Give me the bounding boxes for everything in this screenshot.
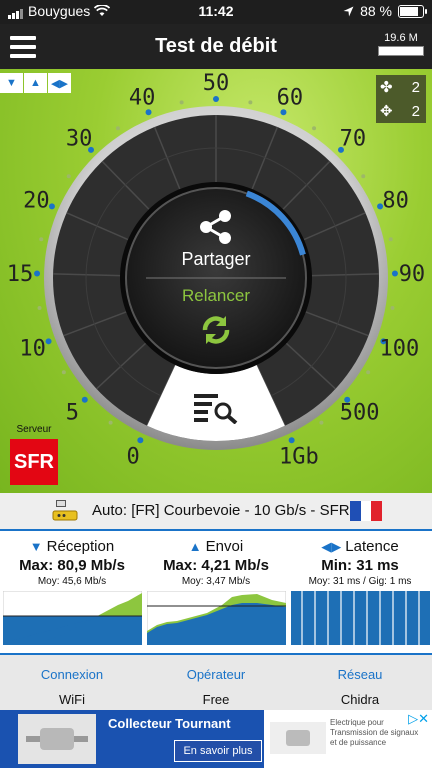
network-value: Chidra: [340, 692, 380, 707]
reception-column: ▼ Réception Max: 80,9 Mb/s Moy: 45,6 Mb/s: [0, 531, 144, 649]
gauge-label: 60: [277, 85, 304, 110]
gauge-label: 15: [7, 262, 34, 287]
location-arrow-icon: [343, 6, 354, 16]
data-usage-indicator: 19.6 M: [378, 32, 424, 56]
ad-product-image-2: [270, 722, 326, 754]
connection-label: Connexion: [40, 667, 104, 682]
gauge-tick: [108, 420, 113, 425]
gauge-tick: [48, 203, 55, 210]
gauge-label: 30: [66, 127, 93, 152]
gauge-tick: [288, 437, 295, 444]
gauge-tick: [312, 126, 317, 131]
latency-chart: [291, 591, 430, 645]
server-info: Serveur SFR: [10, 424, 58, 485]
server-name: Auto: [FR] Courbevoie - 10 Gb/s - SFR: [92, 502, 350, 519]
gauge-label: 500: [340, 400, 380, 425]
battery-percent: 88 %: [360, 3, 392, 19]
gauge-tick: [37, 305, 42, 310]
ad-product-image: [18, 714, 96, 764]
gauge-tick: [66, 174, 71, 179]
server-logo[interactable]: SFR: [10, 439, 58, 485]
speed-gauge-area: ▼ ▲ ◀▶ ✤ 2 ✥ 2 0 5 10 15 20 30 40 50 60 70 80 90 100 50…: [0, 69, 432, 493]
gauge-tick: [213, 96, 219, 102]
upload-avg: Moy: 3,47 Mb/s: [181, 576, 251, 587]
gauge-tick: [390, 305, 395, 310]
data-usage-bar: [378, 46, 424, 56]
reception-chart: [3, 591, 142, 645]
gauge-tick: [366, 370, 371, 375]
gauge-tick: [361, 174, 366, 179]
gauge-label: 70: [340, 127, 367, 152]
server-label: Serveur: [16, 424, 52, 435]
ad-title: Collecteur Tournant: [108, 716, 231, 731]
gauge-tick: [137, 437, 144, 444]
network-label: Réseau: [337, 667, 383, 682]
gauge-tick: [319, 420, 324, 425]
latency-column: ◀▶ Latence Min: 31 ms Moy: 31 ms / Gig: 1…: [288, 531, 432, 649]
latency-label: Latence: [345, 538, 399, 555]
upload-label: Envoi: [205, 538, 244, 555]
gauge-tick: [39, 237, 44, 242]
reception-label: Réception: [46, 538, 115, 555]
reception-max: Max: 80,9 Mb/s: [19, 557, 125, 574]
latency-avg: Moy: 31 ms / Gig: 1 ms: [308, 576, 412, 587]
gauge-tick: [179, 100, 184, 105]
data-usage-label: 19.6 M: [384, 32, 418, 44]
gauge-tick: [115, 126, 120, 131]
gauge-label: 90: [399, 262, 426, 287]
gauge-label: 80: [382, 189, 409, 214]
battery-icon: [398, 4, 427, 18]
france-flag-icon: [350, 501, 383, 521]
latency-arrows-icon: ◀▶: [321, 539, 342, 554]
gauge-label: 50: [203, 71, 230, 96]
gauge-label: 1Gb: [279, 445, 319, 470]
operator-value: Free: [202, 692, 230, 707]
upload-chart: [147, 591, 286, 645]
operator-label: Opérateur: [186, 667, 246, 682]
results-list-icon[interactable]: [194, 392, 238, 424]
gauge-label: 20: [23, 189, 50, 214]
gauge-tick: [34, 270, 41, 277]
ad-banner[interactable]: Collecteur Tournant En savoir plus Elect…: [0, 710, 432, 768]
gauge-label: 0: [127, 445, 140, 470]
status-bar: Bouygues 11:42 88 %: [0, 0, 432, 24]
server-selector[interactable]: Auto: [FR] Courbevoie - 10 Gb/s - SFR: [0, 493, 432, 531]
refresh-icon[interactable]: [199, 313, 233, 347]
gauge-tick: [248, 100, 253, 105]
upload-max: Max: 4,21 Mb/s: [163, 557, 269, 574]
upload-column: ▲ Envoi Max: 4,21 Mb/s Moy: 3,47 Mb/s: [144, 531, 288, 649]
restart-button[interactable]: Relancer: [146, 286, 286, 306]
ad-cta-button[interactable]: En savoir plus: [174, 740, 262, 762]
gauge-tick: [45, 338, 52, 345]
network-info: Connexion WiFi Opérateur Free Réseau Chi…: [0, 653, 432, 711]
gauge-tick: [388, 237, 393, 242]
upload-arrow-icon: ▲: [188, 539, 202, 554]
gauge-label: 40: [129, 85, 156, 110]
gauge-label: 10: [19, 336, 46, 361]
reception-avg: Moy: 45,6 Mb/s: [37, 576, 107, 587]
latency-min: Min: 31 ms: [321, 557, 399, 574]
connection-value: WiFi: [59, 692, 85, 707]
gauge-tick: [391, 270, 398, 277]
share-button[interactable]: Partager: [146, 249, 286, 270]
speedometer: 0 5 10 15 20 30 40 50 60 70 80 90 100 500 1Gb: [7, 71, 426, 470]
app-bar: Test de débit 19.6 M: [0, 24, 432, 69]
gauge-label: 5: [66, 400, 79, 425]
gauge-tick: [81, 396, 88, 403]
page-title: Test de débit: [155, 35, 277, 57]
server-icon: [52, 500, 78, 521]
download-arrow-icon: ▼: [29, 539, 43, 554]
gauge-label: 100: [379, 336, 419, 361]
results-panel: ▼ Réception Max: 80,9 Mb/s Moy: 45,6 Mb/s…: [0, 531, 432, 649]
gauge-tick: [61, 370, 66, 375]
share-icon[interactable]: [197, 209, 235, 245]
ad-close-icon[interactable]: ▷✕: [408, 711, 429, 727]
ad-description: Electrique pour Transmission de signaux …: [330, 718, 419, 747]
